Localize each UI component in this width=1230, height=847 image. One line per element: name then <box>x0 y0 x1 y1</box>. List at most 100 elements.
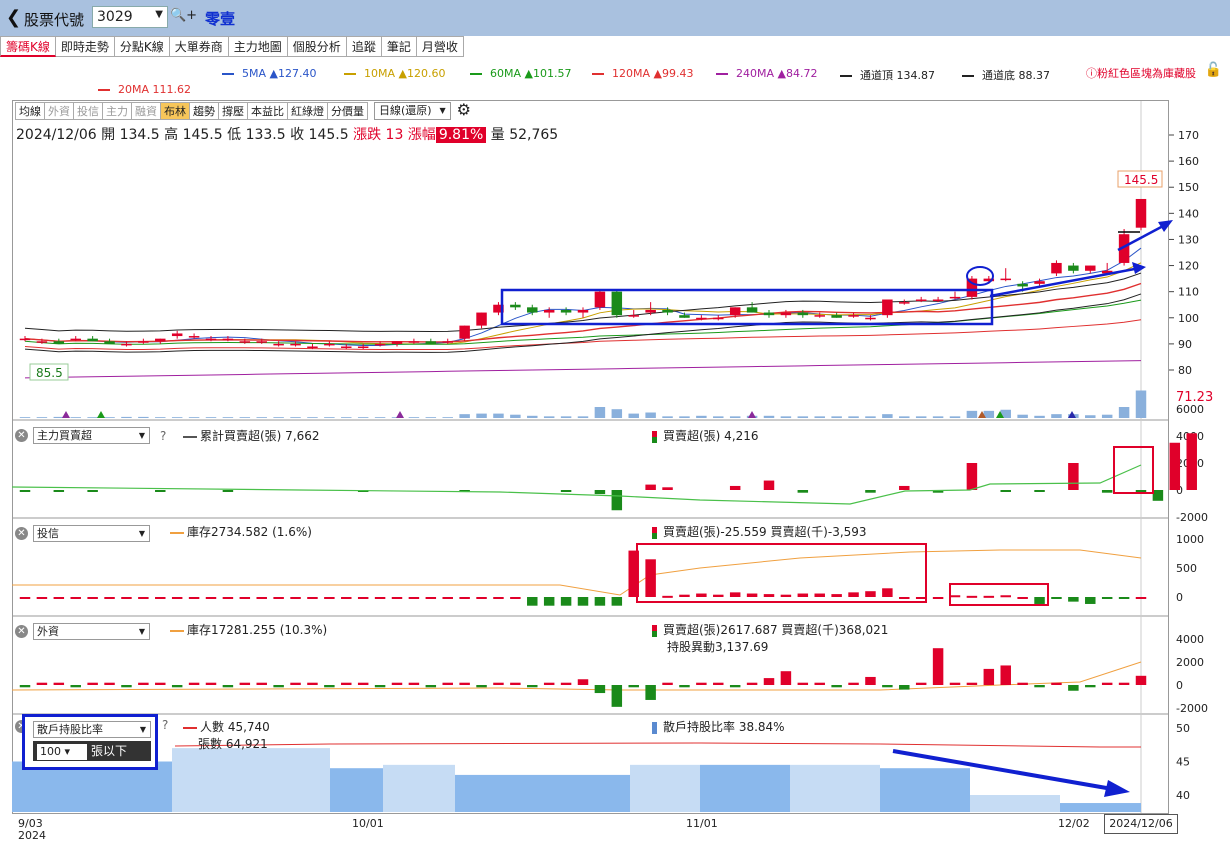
help-icon[interactable]: ? <box>160 429 166 443</box>
x-label-oct: 10/01 <box>352 817 384 830</box>
holders-tick-2: 40 <box>1176 789 1190 802</box>
treasury-notice[interactable]: ⓘ粉紅色區塊為庫藏股 <box>1086 65 1196 81</box>
help-icon[interactable]: ? <box>162 718 168 732</box>
ma5-legend: 5MA ▲127.40 <box>222 67 316 80</box>
chart-frame <box>12 100 1169 814</box>
gear-icon[interactable]: ⚙ <box>457 102 471 120</box>
close-icon[interactable]: ✕ <box>15 625 28 638</box>
price-tick-5: 120 <box>1178 260 1199 273</box>
main-net-bar-26 <box>1186 433 1197 490</box>
tab-0[interactable]: 籌碼K線 <box>0 36 56 57</box>
stock-name: 零壹 <box>205 10 236 28</box>
magnify-plus-icon[interactable]: 🔍+ <box>170 8 197 23</box>
price-tick-0: 170 <box>1178 129 1199 142</box>
main-indicator-head: ✕ 主力買賣超 ▼ ? <box>15 427 166 444</box>
x-label-dec: 12/02 <box>1058 817 1090 830</box>
main-tick-4: -2000 <box>1176 511 1208 524</box>
trust-tick-2: 0 <box>1176 591 1183 604</box>
lock-icon[interactable]: 🔓 <box>1205 62 1222 78</box>
close-icon[interactable]: ✕ <box>15 429 28 442</box>
foreign-holding-label: 持股異動3,137.69 <box>667 640 769 654</box>
tab-8[interactable]: 月營收 <box>416 36 464 57</box>
top-bar: ❮ 股票代號 3029 ▼ 🔍+ 零壹 <box>0 0 1230 36</box>
ma120-legend: 120MA ▲99.43 <box>592 67 693 80</box>
holders-lots-label: 張數 64,921 <box>198 737 268 751</box>
holders-indicator-select[interactable]: 散戶持股比率 ▼ <box>33 721 151 738</box>
change-value: 漲跌 13 <box>353 127 404 143</box>
foreign-inv-label: 庫存17281.255 (10.3%) <box>170 621 327 638</box>
period-select[interactable]: 日線(還原) ▼ <box>374 102 451 120</box>
tab-1[interactable]: 即時走勢 <box>55 36 115 57</box>
main-tick-0: 6000 <box>1176 403 1204 416</box>
tab-4[interactable]: 主力地圖 <box>228 36 288 57</box>
toolbar-button-10[interactable]: 分價量 <box>328 102 368 120</box>
holders-ratio-label: 散戶持股比率 38.84% <box>652 718 785 735</box>
price-tick-6: 110 <box>1178 286 1199 299</box>
trust-net-label: 買賣超(張)-25.559 買賣超(千)-3,593 <box>652 523 867 540</box>
trust-tick-0: 1000 <box>1176 533 1204 546</box>
price-tick-8: 90 <box>1178 338 1192 351</box>
price-tick-4: 130 <box>1178 233 1199 246</box>
ma60-legend: 60MA ▲101.57 <box>470 67 571 80</box>
holders-threshold: 100 ▾ 張以下 <box>33 741 151 761</box>
trust-indicator-head: ✕ 投信 ▼ <box>15 525 150 542</box>
main-net-label: 買賣超(張) 4,216 <box>652 427 759 444</box>
volume-last-label: 71.23 <box>1176 390 1213 405</box>
ohlc-readout: 2024/12/06 開 134.5 高 145.5 低 133.5 收 145… <box>16 127 559 143</box>
toolbar-button-3[interactable]: 主力 <box>103 102 132 120</box>
toolbar-button-9[interactable]: 紅綠燈 <box>288 102 328 120</box>
trust-inv-label: 庫存2734.582 (1.6%) <box>170 523 312 540</box>
main-tick-2: 2000 <box>1176 457 1204 470</box>
foreign-indicator-head: ✕ 外資 ▼ <box>15 623 150 640</box>
toolbar-button-7[interactable]: 撐壓 <box>219 102 248 120</box>
ma20-legend: 20MA 111.62 <box>98 83 191 96</box>
toolbar-button-6[interactable]: 趨勢 <box>190 102 219 120</box>
price-tick-2: 150 <box>1178 181 1199 194</box>
toolbar-button-4[interactable]: 融資 <box>132 102 161 120</box>
close-icon[interactable]: ✕ <box>15 527 28 540</box>
foreign-tick-3: -2000 <box>1176 702 1208 715</box>
main-tick-3: 0 <box>1176 484 1183 497</box>
holders-people-label: 人數 45,740 <box>183 718 270 735</box>
toolbar-button-8[interactable]: 本益比 <box>248 102 288 120</box>
foreign-tick-2: 0 <box>1176 679 1183 692</box>
main-tabs: 籌碼K線 即時走勢 分點K線 大單券商 主力地圖 個股分析 追蹤 筆記 月營收 <box>0 36 464 58</box>
foreign-tick-1: 2000 <box>1176 656 1204 669</box>
trust-tick-1: 500 <box>1176 562 1197 575</box>
main-indicator-select[interactable]: 主力買賣超 ▼ <box>33 427 150 444</box>
main-cum-label: 累計買賣超(張) 7,662 <box>183 427 320 444</box>
trust-indicator-select[interactable]: 投信 ▼ <box>33 525 150 542</box>
price-tick-9: 80 <box>1178 364 1192 377</box>
holders-tick-0: 50 <box>1176 722 1190 735</box>
foreign-tick-0: 4000 <box>1176 633 1204 646</box>
holders-threshold-select[interactable]: 100 ▾ <box>37 744 87 760</box>
tab-3[interactable]: 大單券商 <box>169 36 229 57</box>
toolbar-button-1[interactable]: 外資 <box>45 102 74 120</box>
foreign-net-label: 買賣超(張)2617.687 買賣超(千)368,021 <box>652 621 888 638</box>
price-tick-7: 100 <box>1178 312 1199 325</box>
channel-bottom-legend: 通道底 88.37 <box>962 67 1050 83</box>
toolbar-button-2[interactable]: 投信 <box>74 102 103 120</box>
price-tick-1: 160 <box>1178 155 1199 168</box>
holders-select-box: 散戶持股比率 ▼ 100 ▾ 張以下 <box>22 714 158 770</box>
ma240-legend: 240MA ▲84.72 <box>716 67 817 80</box>
stock-code-input[interactable]: 3029 ▼ <box>92 6 168 28</box>
toolbar-button-5[interactable]: 布林 <box>161 102 190 120</box>
x-label-nov: 11/01 <box>686 817 718 830</box>
tab-7[interactable]: 筆記 <box>381 36 417 57</box>
x-label-year: 2024 <box>18 829 46 842</box>
holders-tick-1: 45 <box>1176 756 1190 769</box>
tab-2[interactable]: 分點K線 <box>114 36 170 57</box>
tab-6[interactable]: 追蹤 <box>346 36 382 57</box>
foreign-indicator-select[interactable]: 外資 ▼ <box>33 623 150 640</box>
tab-5[interactable]: 個股分析 <box>287 36 347 57</box>
current-date-label: 2024/12/06 <box>1104 814 1178 834</box>
chart-toolbar: 均線 外資 投信 主力 融資 布林 趨勢 撐壓 本益比 紅綠燈 分價量 日線(還原) ▼ ⚙ <box>15 102 471 120</box>
ma10-legend: 10MA ▲120.60 <box>344 67 445 80</box>
main-tick-1: 4000 <box>1176 430 1204 443</box>
main-net-bar-25 <box>1169 442 1181 490</box>
pct-badge: 9.81% <box>435 127 487 143</box>
toolbar-button-0[interactable]: 均線 <box>15 102 45 120</box>
chevron-down-icon[interactable]: ▼ <box>155 9 163 20</box>
back-arrow-icon[interactable]: ❮ <box>6 7 21 28</box>
